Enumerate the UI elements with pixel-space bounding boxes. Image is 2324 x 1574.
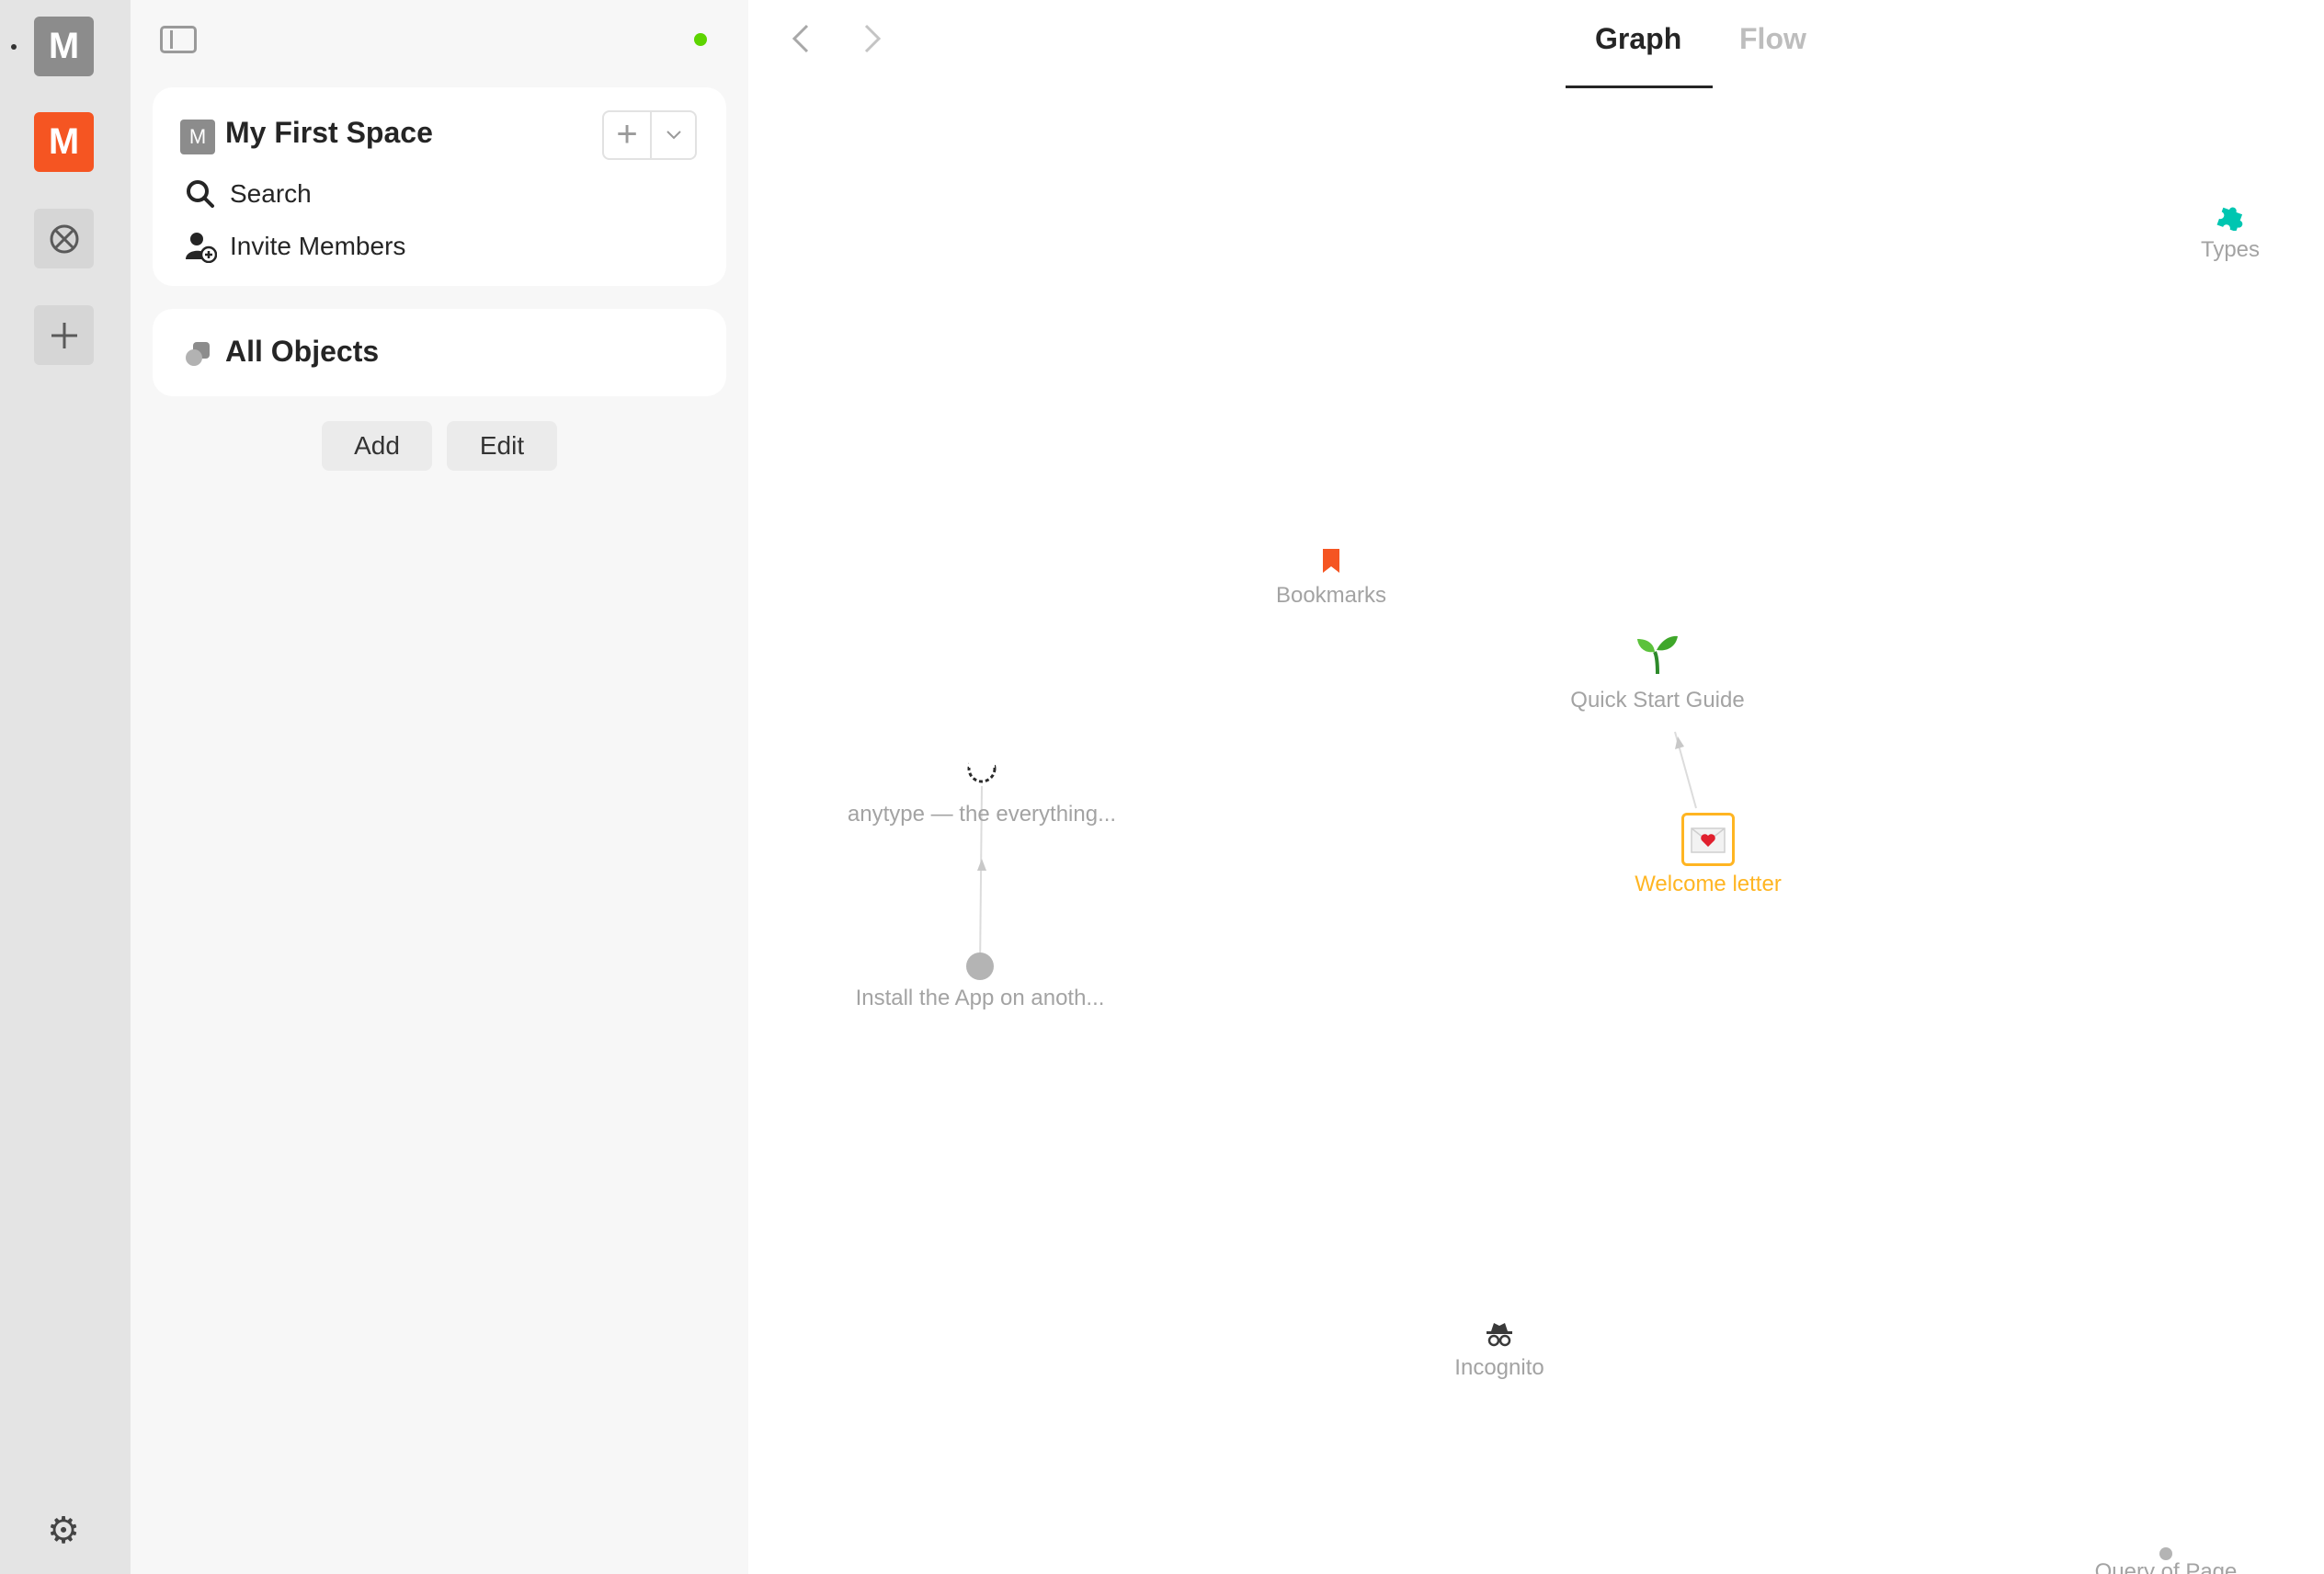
vault-letter: M xyxy=(48,26,80,66)
graph-node-incognito-label[interactable]: Incognito xyxy=(1454,1355,1544,1381)
tab-flow[interactable]: Flow xyxy=(1739,22,1806,56)
graph-canvas[interactable]: Types Bookmarks Quick Start Guide Welcom… xyxy=(748,88,2324,1574)
search-icon xyxy=(187,180,214,208)
search-menu-item[interactable]: Search xyxy=(184,176,312,212)
bookmark-icon xyxy=(1323,549,1339,573)
dot-icon xyxy=(966,952,994,980)
vault-my-first-space[interactable]: M xyxy=(34,17,94,76)
graph-node-install-app-label[interactable]: Install the App on anoth... xyxy=(856,986,1105,1011)
objects-icon xyxy=(186,342,210,366)
invite-members-menu-item[interactable]: Invite Members xyxy=(184,228,405,265)
sync-status-dot[interactable] xyxy=(694,33,707,46)
graph-node-query-label[interactable]: Query of Page xyxy=(2095,1559,2238,1574)
plus-icon xyxy=(51,322,77,348)
sidebar-toggle-icon[interactable] xyxy=(160,26,197,53)
graph-node-anytype-label[interactable]: anytype — the everything... xyxy=(848,802,1116,827)
space-name[interactable]: My First Space xyxy=(225,116,433,150)
graph-edges xyxy=(977,731,1697,972)
vault-letter: M xyxy=(48,121,80,162)
no-symbol-icon xyxy=(50,224,78,253)
tab-graph[interactable]: Graph xyxy=(1595,22,1681,56)
back-arrow-icon[interactable] xyxy=(783,20,820,57)
seedling-icon xyxy=(1637,635,1678,675)
edge-arrow-icon xyxy=(977,859,986,871)
incognito-icon xyxy=(1487,1323,1512,1347)
graph-node-welcome-letter[interactable] xyxy=(1681,813,1735,866)
invite-user-icon xyxy=(186,233,217,263)
dot-icon xyxy=(2159,1547,2172,1560)
vault-second[interactable]: M xyxy=(34,112,94,172)
all-objects-label[interactable]: All Objects xyxy=(225,335,379,369)
edit-widgets-button[interactable]: Edit xyxy=(447,421,557,471)
add-widget-button[interactable]: Add xyxy=(322,421,432,471)
add-vault-button[interactable] xyxy=(34,305,94,365)
loading-smile-icon xyxy=(967,754,997,783)
create-object-button-group: + xyxy=(602,110,697,160)
vault-rail: M M ⚙ xyxy=(0,0,131,1574)
graph-node-bookmarks-label[interactable]: Bookmarks xyxy=(1276,583,1386,609)
graph-node-welcome-letter-label[interactable]: Welcome letter xyxy=(1635,872,1782,897)
active-vault-indicator xyxy=(11,44,17,50)
graph-node-quick-start-label[interactable]: Quick Start Guide xyxy=(1570,688,1744,713)
forward-arrow-icon[interactable] xyxy=(853,20,890,57)
gear-icon[interactable]: ⚙ xyxy=(40,1508,86,1554)
puzzle-icon xyxy=(2216,207,2243,231)
space-icon: M xyxy=(180,120,215,154)
search-label: Search xyxy=(230,179,312,208)
gallery-vault-button[interactable] xyxy=(34,209,94,268)
graph-node-types-label[interactable]: Types xyxy=(2201,237,2260,263)
invite-members-label: Invite Members xyxy=(230,232,406,260)
create-object-plus-icon[interactable]: + xyxy=(604,112,652,158)
love-letter-icon xyxy=(1691,827,1726,853)
chevron-down-icon[interactable] xyxy=(652,112,695,158)
